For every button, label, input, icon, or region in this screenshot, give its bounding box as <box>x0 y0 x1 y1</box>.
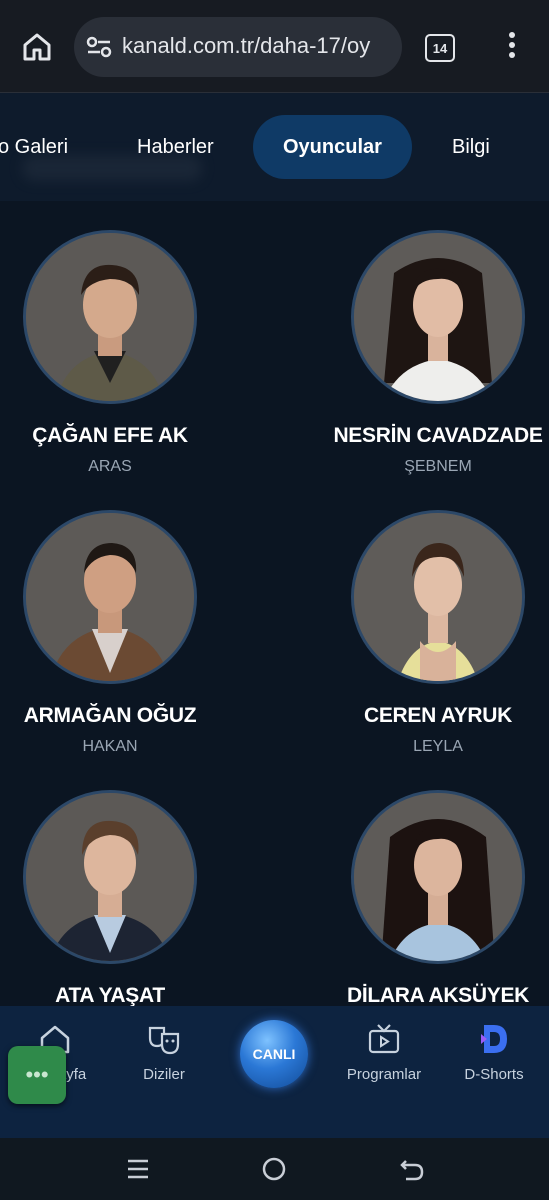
cast-card[interactable]: CEREN AYRUK LEYLA <box>313 510 549 756</box>
role-name: ARAS <box>88 458 132 475</box>
bottom-nav-dshorts[interactable]: D-Shorts <box>439 1022 549 1083</box>
browser-menu-icon[interactable] <box>504 32 520 62</box>
cast-card[interactable]: ATA YAŞAT <box>0 790 235 1006</box>
tab-haberler[interactable]: Haberler <box>137 115 214 179</box>
section-tabs: o Galeri Haberler Oyuncular Bilgi <box>0 93 549 201</box>
back-icon[interactable] <box>398 1155 426 1183</box>
site-settings-icon[interactable] <box>86 35 112 59</box>
system-navigation-bar <box>0 1138 549 1200</box>
tab-galeri[interactable]: o Galeri <box>0 115 68 179</box>
bottom-nav-label: Diziler <box>143 1066 185 1083</box>
role-name: HAKAN <box>82 738 138 755</box>
bottom-nav-label: D-Shorts <box>464 1066 524 1083</box>
actor-name: CEREN AYRUK <box>363 704 512 727</box>
cast-grid: ÇAĞAN EFE AK ARAS NESRİN CAVADZADE ŞEBNE… <box>0 201 549 1006</box>
bottom-navigation: Anasayfa Diziler CANLI Programlar <box>0 1006 549 1138</box>
cast-card[interactable]: DİLARA AKSÜYEK <box>313 790 549 1006</box>
address-bar[interactable]: kanald.com.tr/daha-17/oy <box>74 17 402 77</box>
dshorts-icon <box>477 1022 511 1056</box>
actor-name: ATA YAŞAT <box>55 984 165 1006</box>
tab-switcher-button[interactable]: 14 <box>425 34 455 62</box>
actor-photo[interactable] <box>351 230 525 404</box>
bottom-nav-programlar[interactable]: Programlar <box>329 1022 439 1083</box>
actor-photo[interactable] <box>351 510 525 684</box>
actor-photo[interactable] <box>351 790 525 964</box>
tv-icon <box>367 1022 401 1056</box>
role-name: ŞEBNEM <box>404 458 472 475</box>
floating-chat-button[interactable]: ••• <box>8 1046 66 1104</box>
actor-photo[interactable] <box>23 230 197 404</box>
role-name: LEYLA <box>413 738 463 755</box>
live-button[interactable]: CANLI <box>240 1020 308 1088</box>
bottom-nav-label: Programlar <box>346 1066 422 1083</box>
recent-apps-icon[interactable] <box>124 1155 152 1183</box>
actor-name: DİLARA AKSÜYEK <box>346 984 530 1006</box>
actor-name: ARMAĞAN OĞUZ <box>23 704 197 727</box>
more-dots-icon: ••• <box>25 1062 49 1087</box>
masks-icon <box>147 1022 181 1056</box>
actor-name: NESRİN CAVADZADE <box>333 424 543 447</box>
cast-card[interactable]: NESRİN CAVADZADE ŞEBNEM <box>313 230 549 476</box>
actor-photo[interactable] <box>23 790 197 964</box>
home-circle-icon[interactable] <box>260 1155 288 1183</box>
bottom-nav-diziler[interactable]: Diziler <box>109 1022 219 1083</box>
cast-card[interactable]: ARMAĞAN OĞUZ HAKAN <box>0 510 235 756</box>
cast-card[interactable]: ÇAĞAN EFE AK ARAS <box>0 230 235 476</box>
url-text[interactable]: kanald.com.tr/daha-17/oy <box>122 33 394 59</box>
browser-home-icon[interactable] <box>20 30 54 64</box>
tab-oyuncular[interactable]: Oyuncular <box>253 115 412 179</box>
browser-toolbar: kanald.com.tr/daha-17/oy 14 <box>0 0 549 93</box>
actor-photo[interactable] <box>23 510 197 684</box>
tab-bilgi[interactable]: Bilgi <box>452 115 490 179</box>
actor-name: ÇAĞAN EFE AK <box>32 424 188 447</box>
